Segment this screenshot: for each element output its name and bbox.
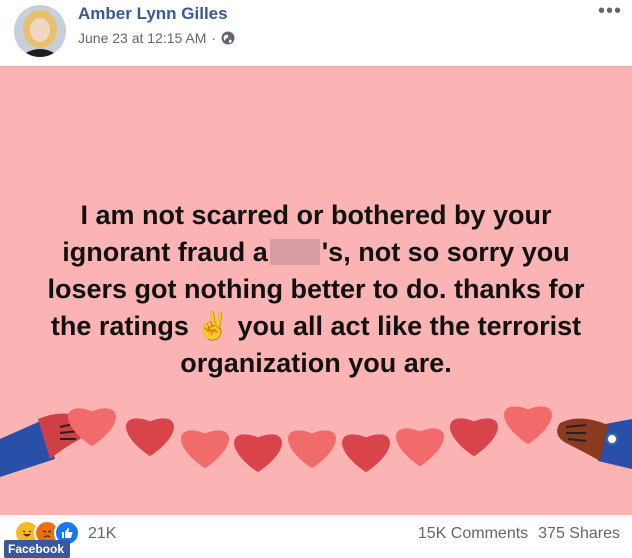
redaction-box	[269, 239, 320, 265]
victory-hand-emoji: ✌	[196, 311, 231, 341]
heart-shape	[181, 430, 229, 469]
shares-link[interactable]: 375 Shares	[538, 525, 620, 543]
heart-shape	[504, 406, 552, 445]
post-text-end: you all act like the terrorist organizat…	[180, 311, 582, 378]
heart-shape	[450, 418, 498, 457]
heart-shape	[342, 434, 390, 473]
author-avatar[interactable]	[14, 5, 66, 57]
post-header: Amber Lynn Gilles June 23 at 12:15 AM · …	[0, 0, 632, 66]
ellipsis-icon[interactable]: •••	[598, 1, 622, 21]
watermark-text: Facebook	[8, 542, 65, 556]
author-name[interactable]: Amber Lynn Gilles	[78, 4, 228, 24]
heart-shape	[234, 434, 282, 473]
post-meta: June 23 at 12:15 AM ·	[78, 30, 235, 46]
globe-icon	[221, 31, 235, 45]
comments-link[interactable]: 15K Comments	[418, 525, 528, 543]
post-content: I am not scarred or bothered by your ign…	[0, 66, 632, 516]
heart-shape	[396, 428, 444, 467]
avatar-photo	[14, 5, 66, 57]
engagement-stats: 15K Comments 375 Shares	[418, 525, 620, 543]
reaction-count[interactable]: 21K	[88, 525, 116, 543]
facebook-watermark: Facebook	[4, 540, 71, 558]
heart-shape	[126, 418, 174, 457]
heart-shape	[288, 430, 336, 469]
post-timestamp[interactable]: June 23 at 12:15 AM	[78, 30, 206, 46]
post-text: I am not scarred or bothered by your ign…	[30, 197, 602, 382]
meta-separator: ·	[211, 30, 217, 46]
